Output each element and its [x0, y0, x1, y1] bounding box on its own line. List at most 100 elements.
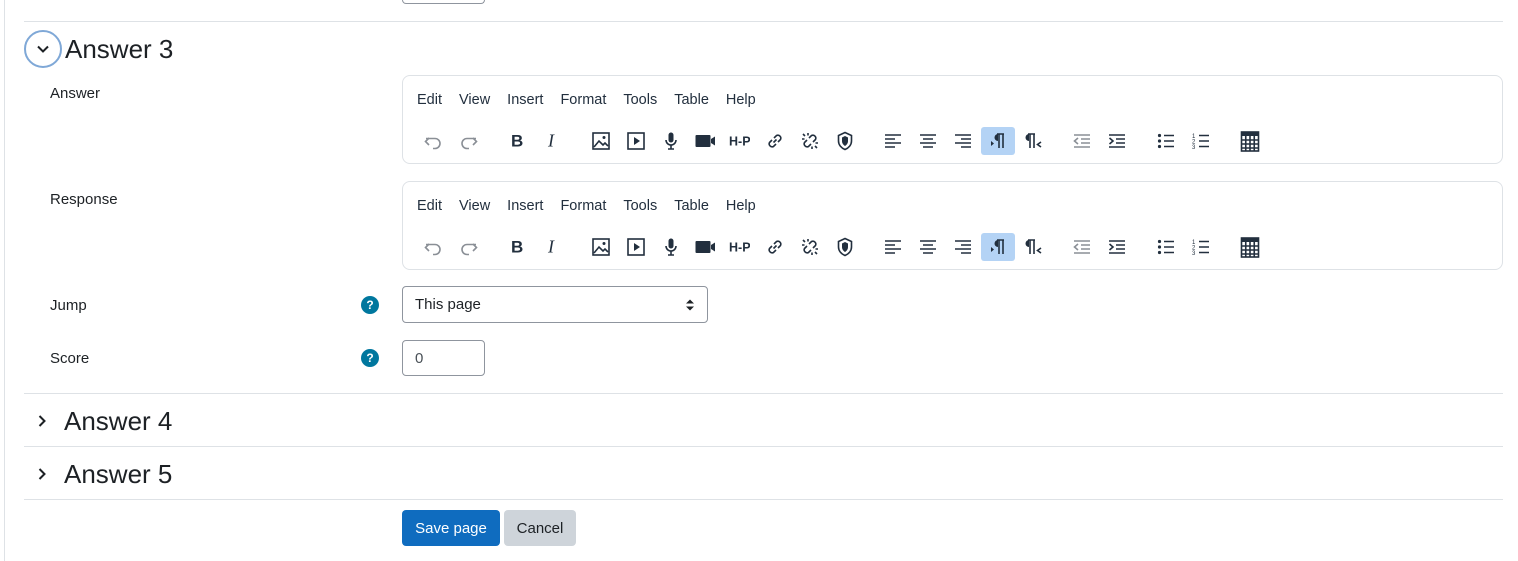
table-button[interactable]: [1233, 233, 1267, 261]
answer5-header[interactable]: Answer 5: [24, 454, 172, 494]
menu-insert[interactable]: Insert: [507, 198, 543, 214]
indent-button[interactable]: [1100, 233, 1134, 261]
outdent-button[interactable]: [1065, 233, 1099, 261]
italic-button[interactable]: I: [535, 127, 569, 155]
menu-format[interactable]: Format: [560, 198, 606, 214]
numbered-list-button[interactable]: 123: [1184, 233, 1218, 261]
rtl-button[interactable]: [1016, 127, 1050, 155]
section-title: Answer 4: [64, 405, 173, 436]
menu-format[interactable]: Format: [560, 92, 606, 108]
outdent-button[interactable]: [1065, 127, 1099, 155]
chevron-right-icon: [38, 468, 46, 480]
divider: [24, 446, 1503, 447]
indent-icon: [1108, 133, 1125, 148]
align-left-icon: [884, 133, 901, 148]
h5p-button[interactable]: H-P: [722, 233, 756, 261]
italic-button[interactable]: I: [535, 233, 569, 261]
answer4-header[interactable]: Answer 4: [24, 401, 172, 441]
unlink-icon: [801, 132, 818, 149]
answer3-header[interactable]: Answer 3: [24, 29, 173, 69]
record-audio-button[interactable]: [654, 233, 688, 261]
record-video-button[interactable]: [688, 233, 722, 261]
answer-editor[interactable]: Edit View Insert Format Tools Table Help…: [402, 75, 1503, 164]
rtl-button[interactable]: [1016, 233, 1050, 261]
align-right-button[interactable]: [946, 127, 980, 155]
ltr-button[interactable]: [981, 233, 1015, 261]
table-button[interactable]: [1233, 127, 1267, 155]
table-icon: [1240, 130, 1259, 152]
link-button[interactable]: [758, 127, 792, 155]
undo-button[interactable]: [416, 233, 450, 261]
collapse-toggle[interactable]: [24, 30, 62, 68]
expand-toggle[interactable]: [23, 402, 61, 440]
image-button[interactable]: [584, 127, 618, 155]
indent-button[interactable]: [1100, 127, 1134, 155]
svg-text:3: 3: [1192, 145, 1196, 151]
media-button[interactable]: [619, 127, 653, 155]
link-button[interactable]: [758, 233, 792, 261]
bold-icon: B: [511, 131, 523, 150]
menu-tools[interactable]: Tools: [623, 92, 657, 108]
image-button[interactable]: [584, 233, 618, 261]
menu-edit[interactable]: Edit: [417, 92, 442, 108]
answer-label: Answer: [50, 85, 101, 102]
expand-toggle[interactable]: [23, 455, 61, 493]
divider: [24, 21, 1503, 22]
numbered-list-button[interactable]: 123: [1184, 127, 1218, 155]
shield-button[interactable]: [828, 233, 862, 261]
menu-insert[interactable]: Insert: [507, 92, 543, 108]
menu-help[interactable]: Help: [726, 198, 756, 214]
record-video-button[interactable]: [688, 127, 722, 155]
save-page-button[interactable]: Save page: [402, 510, 500, 546]
bold-button[interactable]: B: [500, 127, 534, 155]
select-arrows-icon: [686, 299, 694, 311]
align-right-button[interactable]: [946, 233, 980, 261]
bullet-list-button[interactable]: [1149, 127, 1183, 155]
chevron-down-icon: [37, 45, 49, 53]
record-audio-icon: [664, 238, 677, 256]
ltr-icon: [990, 132, 1004, 148]
section-title: Answer 3: [65, 33, 174, 64]
response-editor[interactable]: Edit View Insert Format Tools Table Help…: [402, 181, 1503, 270]
jump-label: Jump: [50, 297, 87, 314]
score-help-icon[interactable]: ?: [361, 349, 379, 367]
align-left-button[interactable]: [876, 233, 910, 261]
score-input[interactable]: 0: [402, 340, 485, 376]
menu-help[interactable]: Help: [726, 92, 756, 108]
bullet-list-button[interactable]: [1149, 233, 1183, 261]
divider: [24, 393, 1503, 394]
h5p-button[interactable]: H-P: [722, 127, 756, 155]
indent-icon: [1108, 239, 1125, 254]
h5p-icon: H-P: [729, 240, 750, 254]
media-button[interactable]: [619, 233, 653, 261]
unlink-button[interactable]: [793, 233, 827, 261]
redo-button[interactable]: [452, 127, 486, 155]
outdent-icon: [1072, 239, 1090, 254]
bold-button[interactable]: B: [500, 233, 534, 261]
record-audio-button[interactable]: [654, 127, 688, 155]
menu-tools[interactable]: Tools: [623, 198, 657, 214]
previous-score-field-edge[interactable]: [402, 0, 485, 4]
menu-view[interactable]: View: [459, 92, 490, 108]
redo-button[interactable]: [452, 233, 486, 261]
menu-view[interactable]: View: [459, 198, 490, 214]
align-center-button[interactable]: [911, 127, 945, 155]
bold-icon: B: [511, 237, 523, 256]
outdent-icon: [1072, 133, 1090, 148]
rtl-icon: [1025, 132, 1041, 148]
image-icon: [591, 237, 610, 256]
unlink-button[interactable]: [793, 127, 827, 155]
undo-button[interactable]: [416, 127, 450, 155]
ltr-icon: [990, 238, 1004, 254]
menu-edit[interactable]: Edit: [417, 198, 442, 214]
menu-table[interactable]: Table: [674, 92, 709, 108]
menu-table[interactable]: Table: [674, 198, 709, 214]
chevron-right-icon: [38, 415, 46, 427]
align-center-button[interactable]: [911, 233, 945, 261]
ltr-button[interactable]: [981, 127, 1015, 155]
jump-select[interactable]: This page: [402, 286, 708, 323]
shield-button[interactable]: [828, 127, 862, 155]
align-left-button[interactable]: [876, 127, 910, 155]
jump-help-icon[interactable]: ?: [361, 296, 379, 314]
cancel-button[interactable]: Cancel: [504, 510, 576, 546]
